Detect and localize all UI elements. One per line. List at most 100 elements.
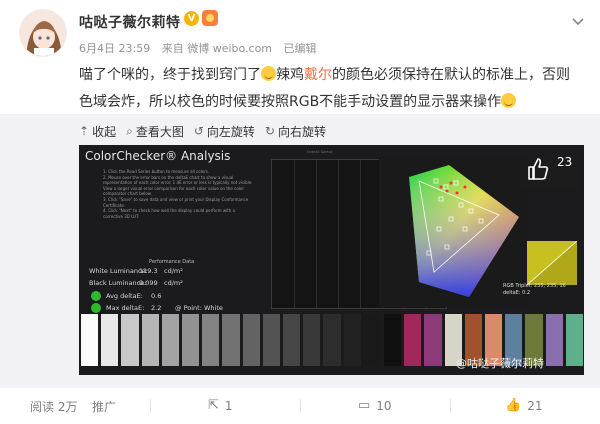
chart-gridline [294, 160, 295, 308]
rgb-triplet-text: RGB Triplet: 235, 235, 16 [503, 283, 566, 289]
laughing-crying-emoji-icon [261, 66, 276, 81]
like-button[interactable]: 👍 21 [505, 398, 542, 413]
post-text-segment: 的颜色必须保持在默认的标准上，否则 [332, 67, 570, 83]
comment-icon: ▭ [358, 398, 371, 413]
post-header: 咕哒子薇尔莉特 V 6月4日 23:59 来自 微博 weibo.com 已编辑 [0, 0, 600, 60]
color-swatch [283, 314, 301, 366]
post-text-segment: 色域会炸，所以校色的时候要按照RGB不能手动设置的显示器来操作 [79, 94, 502, 110]
thumbs-up-icon [528, 158, 549, 180]
thumbs-up-icon: 👍 [505, 398, 522, 413]
divider [450, 399, 451, 413]
max-deltae-point: @ Point: White [175, 304, 223, 312]
rgb-delta-text: deltaE: 0.2 [503, 290, 531, 296]
black-luminance-unit: cd/m² [164, 279, 183, 287]
comment-button[interactable]: ▭ 10 [358, 398, 392, 413]
color-swatch [404, 314, 422, 366]
verified-badge-icon: V [184, 11, 199, 26]
color-swatch [565, 314, 583, 366]
chevron-down-icon[interactable] [571, 14, 585, 28]
avg-status-dot-icon [91, 291, 101, 301]
deltae-chart-label: Overall Gamut [307, 150, 333, 154]
performance-heading: Performance Data [149, 259, 195, 265]
color-swatch [363, 314, 381, 366]
rotate-right-label: 向右旋转 [277, 124, 326, 139]
color-swatch [545, 314, 563, 366]
avatar[interactable] [19, 9, 67, 57]
read-count-label: 阅读 2万 [30, 400, 78, 414]
color-swatch [81, 314, 99, 366]
laughing-emoji-icon [501, 93, 517, 108]
vip-badge-icon [202, 10, 218, 26]
username[interactable]: 咕哒子薇尔莉特 [79, 12, 181, 32]
color-swatch [141, 314, 159, 366]
chart-gridline [316, 160, 317, 308]
post-image[interactable]: ColorChecker® Analysis 1. Click the Read… [79, 145, 584, 375]
comparison-graph [527, 241, 577, 285]
color-swatch [242, 314, 260, 366]
post-meta: 6月4日 23:59 来自 微博 weibo.com 已编辑 [79, 40, 325, 56]
promote-button[interactable]: 推广 [92, 398, 116, 415]
collapse-label: 收起 [92, 124, 117, 139]
post-text-segment: 辣鸡 [276, 67, 304, 83]
view-large-button[interactable]: ⌕ 查看大图 [126, 123, 184, 140]
instruction-line: 3. Click "Save" to save data and view or… [103, 196, 249, 208]
color-swatch [303, 314, 321, 366]
view-large-label: 查看大图 [135, 124, 184, 139]
white-luminance-value: 119.3 [139, 267, 158, 275]
share-button[interactable]: ⇱ 1 [208, 398, 233, 413]
image-title: ColorChecker® Analysis [85, 149, 231, 163]
like-count: 21 [527, 398, 543, 413]
color-swatch [101, 314, 119, 366]
max-status-dot-icon [91, 303, 101, 313]
post-text-highlight[interactable]: 戴尔 [304, 67, 332, 83]
rotate-left-icon: ↺ [193, 124, 204, 138]
avg-deltae-value: 0.6 [151, 292, 162, 300]
color-swatch [343, 314, 361, 366]
post-text: 喵了个咪的，终于找到窍门了 辣鸡戴尔的颜色必须保持在默认的标准上，否则 色域会炸，… [79, 62, 579, 116]
instruction-line: 2. Mouse over the error bars on the delt… [103, 174, 253, 186]
rotate-right-icon: ↻ [264, 124, 275, 138]
post-source[interactable]: 来自 微博 weibo.com [162, 42, 272, 55]
max-deltae-label: Max deltaE: [106, 304, 145, 312]
image-watermark: @咕哒子薇尔莉特 [456, 357, 544, 370]
color-swatch [424, 314, 442, 366]
color-swatch [323, 314, 341, 366]
color-swatch [222, 314, 240, 366]
color-swatch [384, 314, 402, 366]
white-luminance-unit: cd/m² [164, 267, 183, 275]
collapse-button[interactable]: ⇡ 收起 [79, 123, 116, 140]
instruction-line: 4. Click "Next" to check how well the di… [103, 208, 236, 219]
chart-gridline [338, 160, 339, 308]
color-swatch [182, 314, 200, 366]
divider [150, 399, 151, 413]
promote-label: 推广 [92, 400, 117, 414]
divider [300, 399, 301, 413]
post-date[interactable]: 6月4日 23:59 [79, 42, 150, 55]
read-count: 阅读 2万 [30, 398, 77, 415]
comment-count: 10 [376, 398, 392, 413]
instructions: 1. Click the Read Series button to measu… [103, 169, 253, 219]
post-text-segment: 喵了个咪的，终于找到窍门了 [79, 67, 261, 83]
post-actions: 阅读 2万 推广 ⇱ 1 ▭ 10 👍 21 [0, 388, 600, 424]
rotate-left-label: 向左旋转 [206, 124, 255, 139]
black-luminance-label: Black Luminance: [89, 279, 147, 287]
rotate-right-button[interactable]: ↻ 向右旋转 [265, 123, 326, 140]
post-edited: 已编辑 [283, 42, 317, 55]
magnifier-icon: ⌕ [126, 123, 133, 138]
color-swatch [161, 314, 179, 366]
color-swatch [202, 314, 220, 366]
chart-gridline [360, 160, 361, 308]
overlay-like-count: 23 [557, 155, 573, 169]
rotate-left-button[interactable]: ↺ 向左旋转 [194, 123, 255, 140]
avg-deltae-label: Avg deltaE: [106, 292, 143, 300]
instruction-line: View a larger visual error comparison fo… [103, 185, 244, 197]
share-count: 1 [224, 398, 233, 413]
color-swatch [121, 314, 139, 366]
rgb-triplet-label: RGB Triplet: 235, 235, 16 deltaE: 0.2 [503, 283, 566, 297]
image-toolbar: ⇡ 收起 ⌕ 查看大图 ↺ 向左旋转 ↻ 向右旋转 [79, 122, 336, 140]
share-icon: ⇱ [208, 398, 219, 413]
color-swatch [262, 314, 280, 366]
collapse-icon: ⇡ [79, 124, 90, 138]
black-luminance-value: 0.099 [139, 279, 158, 287]
max-deltae-value: 2.2 [151, 304, 162, 312]
